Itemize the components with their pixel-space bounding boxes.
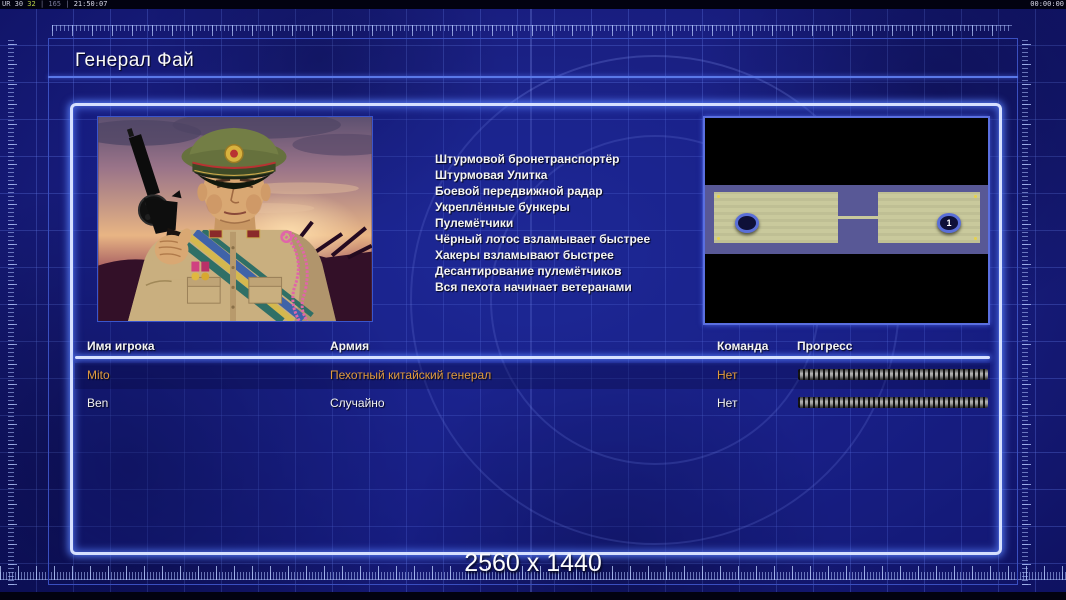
map-terrain-band: 1 [705,185,988,254]
game-timer: 00:00:00 [1030,0,1064,9]
player-army: Пехотный китайский генерал [330,368,491,382]
column-header-army: Армия [330,339,369,353]
table-header-separator [75,356,990,359]
column-header-progress: Прогресс [797,339,852,353]
player-row: Ben Случайно Нет [75,391,990,417]
player-team: Нет [717,368,737,382]
page-title: Генерал Фай [75,50,194,72]
general-abilities-list: Штурмовой бронетранспортёр Штурмовая Ули… [435,151,650,295]
start-position-marker-1: 1 [937,213,961,233]
progress-bar [798,369,988,380]
debug-extra: | 165 | [40,0,70,8]
ability-item: Пулемётчики [435,215,650,231]
column-header-team: Команда [717,339,768,353]
debug-fps: UR 30 [2,0,23,8]
ability-item: Хакеры взламывают быстрее [435,247,650,263]
title-separator [48,76,1018,78]
start-position-marker [735,213,759,233]
player-row: Mito Пехотный китайский генерал Нет [75,363,990,389]
map-corner-dot [974,237,977,240]
player-army: Случайно [330,396,385,410]
ability-item: Штурмовой бронетранспортёр [435,151,650,167]
ability-item: Боевой передвижной радар [435,183,650,199]
map-corner-dot [717,195,720,198]
loading-screen: UR 30 32 | 165 | 21:50:07 00:00:00 Генер… [0,0,1066,600]
map-notch-bottom [838,219,878,243]
resolution-label: 2560 x 1440 [0,549,1066,578]
ruler-left [8,40,17,585]
map-corner-dot [974,195,977,198]
ability-item: Штурмовая Улитка [435,167,650,183]
progress-bar [798,397,988,408]
column-header-player-name: Имя игрока [87,339,155,353]
player-name: Mito [87,368,110,382]
map-corner-dot [717,237,720,240]
ability-item: Укреплённые бункеры [435,199,650,215]
debug-statusbar: UR 30 32 | 165 | 21:50:07 00:00:00 [0,0,1066,9]
debug-stats: UR 30 32 | 165 | 21:50:07 [2,0,107,9]
ruler-top [52,25,1012,36]
ruler-right [1022,40,1031,585]
ability-item: Вся пехота начинает ветеранами [435,279,650,295]
debug-clock: 21:50:07 [74,0,108,8]
bottom-black-strip [0,592,1066,600]
general-portrait [97,116,373,322]
player-team: Нет [717,396,737,410]
ability-item: Десантирование пулемётчиков [435,263,650,279]
general-portrait-illustration [98,117,372,321]
debug-value: 32 [27,0,35,8]
map-notch-top [838,192,878,216]
map-preview: 1 [703,116,990,325]
ability-item: Чёрный лотос взламывает быстрее [435,231,650,247]
player-name: Ben [87,396,108,410]
